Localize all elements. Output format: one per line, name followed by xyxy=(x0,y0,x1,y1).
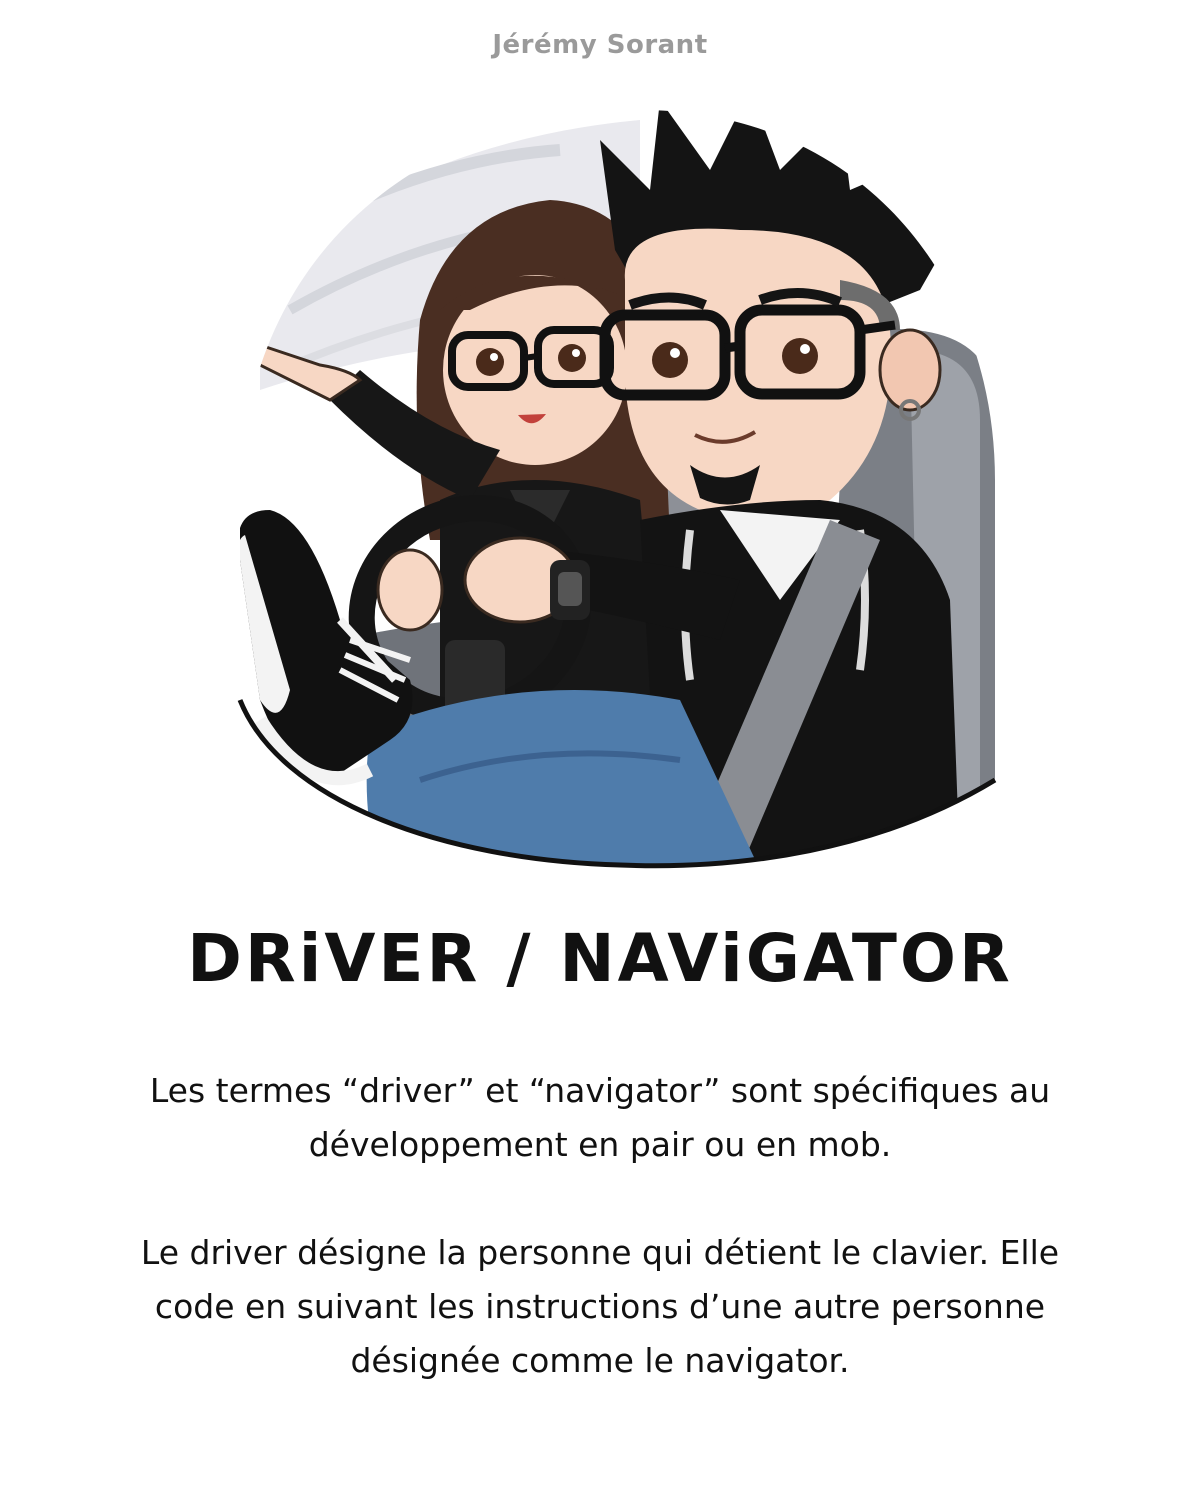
intro-paragraph: Les termes “driver” et “navigator” sont … xyxy=(149,1071,1051,1164)
author-name: Jérémy Sorant xyxy=(492,30,708,60)
page-title: DRiVER / NAViGATOR xyxy=(187,920,1013,997)
driver-definition-paragraph: Le driver désigne la personne qui détien… xyxy=(140,1233,1060,1380)
driver-navigator-illustration xyxy=(220,80,1000,870)
